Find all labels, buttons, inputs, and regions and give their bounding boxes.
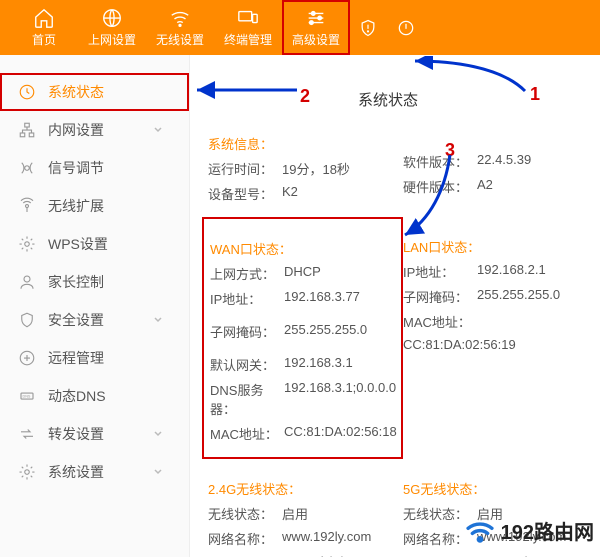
wan-mode-label: 上网方式：	[210, 264, 284, 283]
chevron-down-icon	[153, 315, 163, 325]
hwver-value: A2	[477, 177, 493, 196]
broadcast-icon	[18, 197, 36, 215]
main-content: 系统状态 系统信息： 运行时间：19分，18秒 设备型号：K2 软件版本：22.…	[190, 55, 600, 557]
nav-wireless[interactable]: 无线设置	[146, 0, 214, 55]
sidebar-item-label: 无线扩展	[48, 196, 104, 216]
chevron-down-icon	[153, 467, 163, 477]
chevron-down-icon	[153, 429, 163, 439]
power-icon[interactable]	[396, 18, 416, 38]
sliders-icon	[305, 7, 327, 29]
sidebar-item-forward[interactable]: 转发设置	[0, 415, 189, 453]
model-label: 设备型号：	[208, 184, 282, 203]
gear-icon	[18, 235, 36, 253]
w24-ssid-value: www.192ly.com	[282, 529, 371, 548]
section-5g: 5G无线状态：	[403, 479, 573, 498]
hwver-label: 硬件版本：	[403, 177, 477, 196]
sidebar-item-signal[interactable]: 信号调节	[0, 149, 189, 187]
nav-label: 上网设置	[88, 31, 136, 48]
clock-icon	[18, 83, 36, 101]
swver-value: 22.4.5.39	[477, 152, 531, 171]
section-24g: 2.4G无线状态：	[208, 479, 403, 498]
w24-state-label: 无线状态：	[208, 504, 282, 523]
nav-label: 高级设置	[292, 31, 340, 48]
chevron-down-icon	[153, 125, 163, 135]
sidebar-item-label: 系统状态	[48, 82, 104, 102]
wan-gw-value: 192.168.3.1	[284, 355, 353, 374]
home-icon	[33, 7, 55, 29]
sidebar-item-label: WPS设置	[48, 234, 108, 254]
wan-mode-value: DHCP	[284, 264, 321, 283]
section-wan: WAN口状态：	[210, 239, 393, 258]
sidebar-item-label: 信号调节	[48, 158, 104, 178]
runtime-label: 运行时间：	[208, 159, 282, 178]
nav-advanced[interactable]: 高级设置	[282, 0, 350, 55]
section-sysinfo: 系统信息：	[208, 134, 403, 153]
wan-dns-value: 192.168.3.1;0.0.0.0	[284, 380, 396, 418]
user-icon	[18, 273, 36, 291]
wan-dns-label: DNS服务器：	[210, 380, 284, 418]
wan-mac-value: CC:81:DA:02:56:18	[284, 424, 397, 443]
shield-icon[interactable]	[358, 18, 378, 38]
sidebar-item-label: 安全设置	[48, 310, 104, 330]
settings-icon	[18, 463, 36, 481]
dns-icon: DNS	[18, 387, 36, 405]
section-lan: LAN口状态：	[403, 237, 573, 256]
wan-status-box: WAN口状态： 上网方式：DHCP IP地址：192.168.3.77 子网掩码…	[202, 217, 403, 459]
sidebar-item-extend[interactable]: 无线扩展	[0, 187, 189, 225]
nav-internet[interactable]: 上网设置	[78, 0, 146, 55]
globe-icon	[101, 7, 123, 29]
sidebar-item-label: 转发设置	[48, 424, 104, 444]
w24-state-value: 启用	[282, 504, 308, 523]
wifi-icon	[169, 7, 191, 29]
swver-label: 软件版本：	[403, 152, 477, 171]
nav-label: 终端管理	[224, 31, 272, 48]
sidebar-item-label: 家长控制	[48, 272, 104, 292]
lan-icon	[18, 121, 36, 139]
lan-mask-value: 255.255.255.0	[477, 287, 560, 306]
sidebar-item-label: 内网设置	[48, 120, 104, 140]
runtime-value: 19分，18秒	[282, 159, 350, 178]
sidebar-item-parental[interactable]: 家长控制	[0, 263, 189, 301]
sidebar-item-label: 动态DNS	[48, 386, 106, 406]
wan-ip-label: IP地址：	[210, 289, 284, 308]
wan-gw-label: 默认网关：	[210, 355, 284, 374]
sidebar-item-label: 系统设置	[48, 462, 104, 482]
nav-clients[interactable]: 终端管理	[214, 0, 282, 55]
sidebar-item-status[interactable]: 系统状态	[0, 73, 189, 111]
sidebar: 系统状态 内网设置 信号调节 无线扩展 WPS设置 家长控制 安全设置	[0, 55, 190, 557]
lan-ip-label: IP地址：	[403, 262, 477, 281]
wan-ip-value: 192.168.3.77	[284, 289, 360, 308]
svg-text:DNS: DNS	[23, 395, 31, 399]
nav-label: 无线设置	[156, 31, 204, 48]
watermark-text: 192路由网	[501, 516, 594, 545]
lan-ip-value: 192.168.2.1	[477, 262, 546, 281]
devices-icon	[237, 7, 259, 29]
remote-icon	[18, 349, 36, 367]
sidebar-item-label: 远程管理	[48, 348, 104, 368]
shield-icon	[18, 311, 36, 329]
w24-ssid-label: 网络名称：	[208, 529, 282, 548]
sidebar-item-remote[interactable]: 远程管理	[0, 339, 189, 377]
sidebar-item-lan[interactable]: 内网设置	[0, 111, 189, 149]
sidebar-item-wps[interactable]: WPS设置	[0, 225, 189, 263]
lan-mac-label: MAC地址：	[403, 312, 477, 331]
nav-label: 首页	[32, 31, 56, 48]
wan-mac-label: MAC地址：	[210, 424, 284, 443]
nav-trailing	[358, 18, 416, 38]
signal-icon	[18, 159, 36, 177]
forward-icon	[18, 425, 36, 443]
model-value: K2	[282, 184, 298, 203]
wifi-logo-icon	[463, 513, 497, 547]
top-nav: 首页 上网设置 无线设置 终端管理 高级设置	[0, 0, 600, 55]
sidebar-item-system[interactable]: 系统设置	[0, 453, 189, 491]
sidebar-item-ddns[interactable]: DNS 动态DNS	[0, 377, 189, 415]
page-title: 系统状态	[358, 89, 600, 110]
wan-mask-value: 255.255.255.0	[284, 322, 367, 341]
nav-home[interactable]: 首页	[10, 0, 78, 55]
watermark: 192路由网	[463, 513, 594, 547]
sidebar-item-security[interactable]: 安全设置	[0, 301, 189, 339]
wan-mask-label: 子网掩码：	[210, 322, 284, 341]
lan-mac-value: CC:81:DA:02:56:19	[403, 337, 516, 352]
lan-mask-label: 子网掩码：	[403, 287, 477, 306]
